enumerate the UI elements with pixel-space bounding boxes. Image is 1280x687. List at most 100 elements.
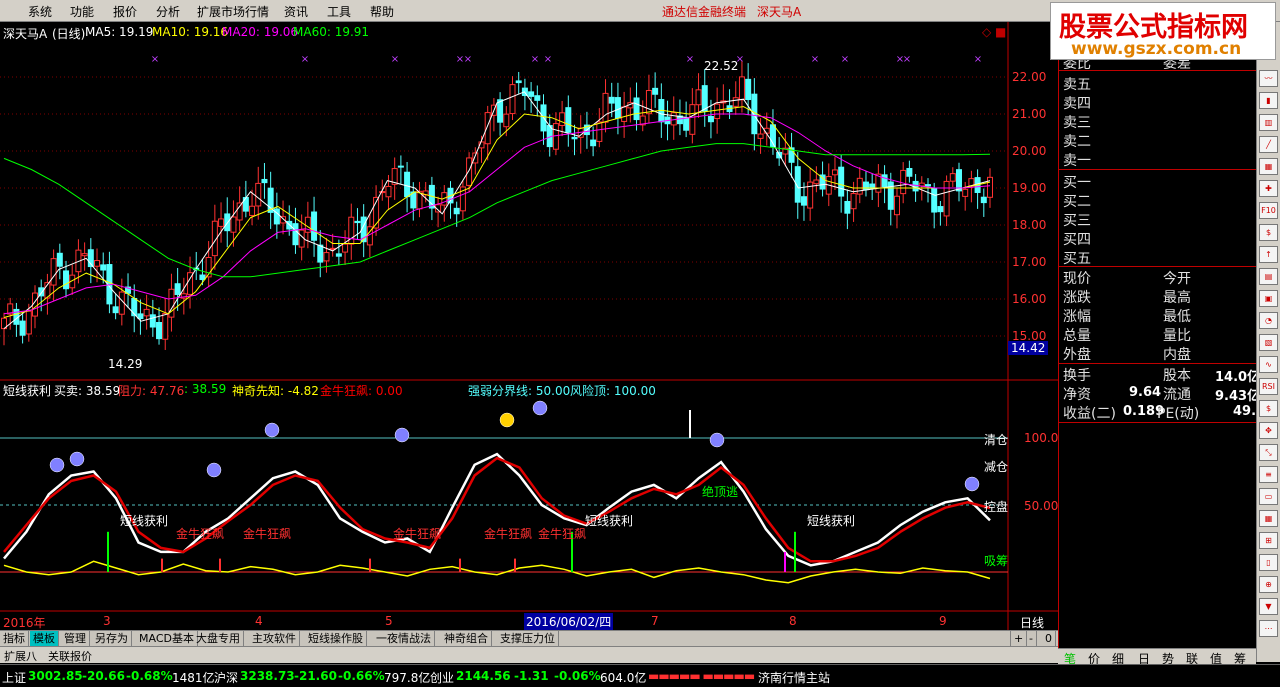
line-chart-icon[interactable]: 〰 [1259,70,1278,87]
candle-body [149,314,156,328]
up-arrow-icon[interactable]: ↑ [1259,246,1278,263]
candle-body [81,253,88,257]
cross-icon[interactable]: ✚ [1259,180,1278,197]
reset-button[interactable]: 0 [1042,631,1056,647]
sell-2: 卖二 [1063,134,1091,150]
zoom-out-button[interactable]: - [1026,631,1037,647]
candle-body [701,85,708,112]
candle-body [571,136,578,140]
doc-icon[interactable]: ▭ [1259,488,1278,505]
candle-icon[interactable]: ▮ [1259,92,1278,109]
chart-icon[interactable]: ▤ [1259,268,1278,285]
face-icon [532,400,548,416]
menu-system[interactable]: 系统 [28,3,52,20]
period-x-label[interactable]: 日线 [1020,614,1044,631]
tab-related[interactable]: 关联报价 [48,648,92,664]
tab-magic-combo[interactable]: 神奇组合 [441,631,492,647]
zoom-icon[interactable]: ⊕ [1259,576,1278,593]
candle-body [732,97,739,107]
candle-body [100,264,107,271]
box-icon[interactable]: ▣ [1259,290,1278,307]
tab-market[interactable]: 大盘专用 [193,631,244,647]
float-label: 流通 [1163,387,1191,403]
menu-extended-market[interactable]: 扩展市场行情 [197,3,269,20]
y-tick: 17.00 [1012,255,1047,269]
nav-icon[interactable]: ✥ [1259,422,1278,439]
menu-quote[interactable]: 报价 [113,3,137,20]
logo-url: www.gszx.com.cn [1071,39,1242,59]
candle-body [56,252,63,267]
candle-body [162,312,169,340]
buy-3: 买三 [1063,213,1091,229]
select-icon[interactable]: ⊞ [1259,532,1278,549]
candle-body [695,89,702,106]
trend-icon[interactable]: ╱ [1259,136,1278,153]
quote-row-change: 涨跌 最高 [1063,287,1191,306]
tab-macd[interactable]: MACD基本 [136,631,198,647]
candle-body [652,87,659,95]
y-tick: 18.00 [1012,218,1047,232]
price-label: 现价 [1063,271,1091,287]
scroll-icon[interactable]: ▼ [1259,598,1278,615]
page-icon[interactable]: ▯ [1259,554,1278,571]
table-icon[interactable]: ▦ [1259,510,1278,527]
bar-icon[interactable]: ▥ [1259,114,1278,131]
sh-index-amount: 1481亿 [172,671,215,685]
tab-main-attack[interactable]: 主攻软件 [249,631,300,647]
cy-index-amount: 604.0亿 [600,671,647,685]
turnover-label: 换手 [1063,368,1091,384]
candle-body [596,121,603,142]
dollar2-icon[interactable]: $ [1259,400,1278,417]
resize-icon[interactable]: ⤡ [1259,444,1278,461]
candle-body [856,177,863,195]
signal-marker: × [531,54,539,65]
ma10-label: MA10: 19.16 [152,25,229,39]
candle-body [94,260,101,267]
tab-template[interactable]: 模板 [30,631,59,647]
stat-icon[interactable]: ▧ [1259,334,1278,351]
menu-help[interactable]: 帮助 [370,3,394,20]
tab-support-resist[interactable]: 支撑压力位 [497,631,559,647]
menu-function[interactable]: 功能 [70,3,94,20]
netasset-label: 净资 [1063,387,1091,403]
tab-short-stock[interactable]: 短线操作股 [305,631,367,647]
finance-row-turnover: 换手 股本 14.0亿 [1063,365,1260,385]
tab-indicator[interactable]: 指标 [0,631,29,647]
more-icon[interactable]: ⋯ [1259,620,1278,637]
candle-body [404,171,411,198]
tab-manage[interactable]: 管理 [61,631,90,647]
y-tick: 20.00 [1012,144,1047,158]
zoom-in-button[interactable]: + [1010,631,1028,647]
tab-ext8[interactable]: 扩展八 [4,648,37,664]
annot-top-escape: 绝顶逃 [702,485,739,499]
annot-jinniu: 金牛狂飙 [538,527,587,541]
sh-index-name: 上证 [2,671,27,685]
list-icon[interactable]: ≡ [1259,466,1278,483]
capital-label: 股本 [1163,368,1191,384]
rsi-icon[interactable]: RSI [1259,378,1278,395]
candle-body [633,97,640,121]
tab-save-as[interactable]: 另存为 [92,631,132,647]
menu-analysis[interactable]: 分析 [156,3,180,20]
chart-area[interactable]: × × × × × × × × × × × × × × 深天马A (日线) MA5: 19.19 MA10… [0,22,1058,630]
ma20-label: MA20: 19.06 [222,25,299,39]
tab-overnight[interactable]: 一夜情战法 [373,631,435,647]
quote-row-price: 现价 今开 [1063,268,1191,287]
annot-short-profit: 短线获利 [807,514,856,528]
candle-body [528,91,535,97]
indicator-v3: : 38.59 [184,382,227,396]
f10-icon[interactable]: F10 [1259,202,1278,219]
candle-body [38,287,45,297]
finance-row-eps: 收益(二) 0.189 PE(动) 49.8 [1063,403,1265,422]
y-tick: 22.00 [1012,70,1047,84]
grid-icon[interactable]: ▦ [1259,158,1278,175]
indicator-resist: 阻力: 47.76 [118,384,185,398]
buy-2: 买二 [1063,194,1091,210]
menu-tools[interactable]: 工具 [327,3,351,20]
dollar-icon[interactable]: $ [1259,224,1278,241]
macd-icon[interactable]: ∿ [1259,356,1278,373]
pie-icon[interactable]: ◔ [1259,312,1278,329]
diamond-icon[interactable]: ◇ ■ [982,25,1006,39]
x-label: 9 [939,614,947,628]
menu-news[interactable]: 资讯 [284,3,308,20]
